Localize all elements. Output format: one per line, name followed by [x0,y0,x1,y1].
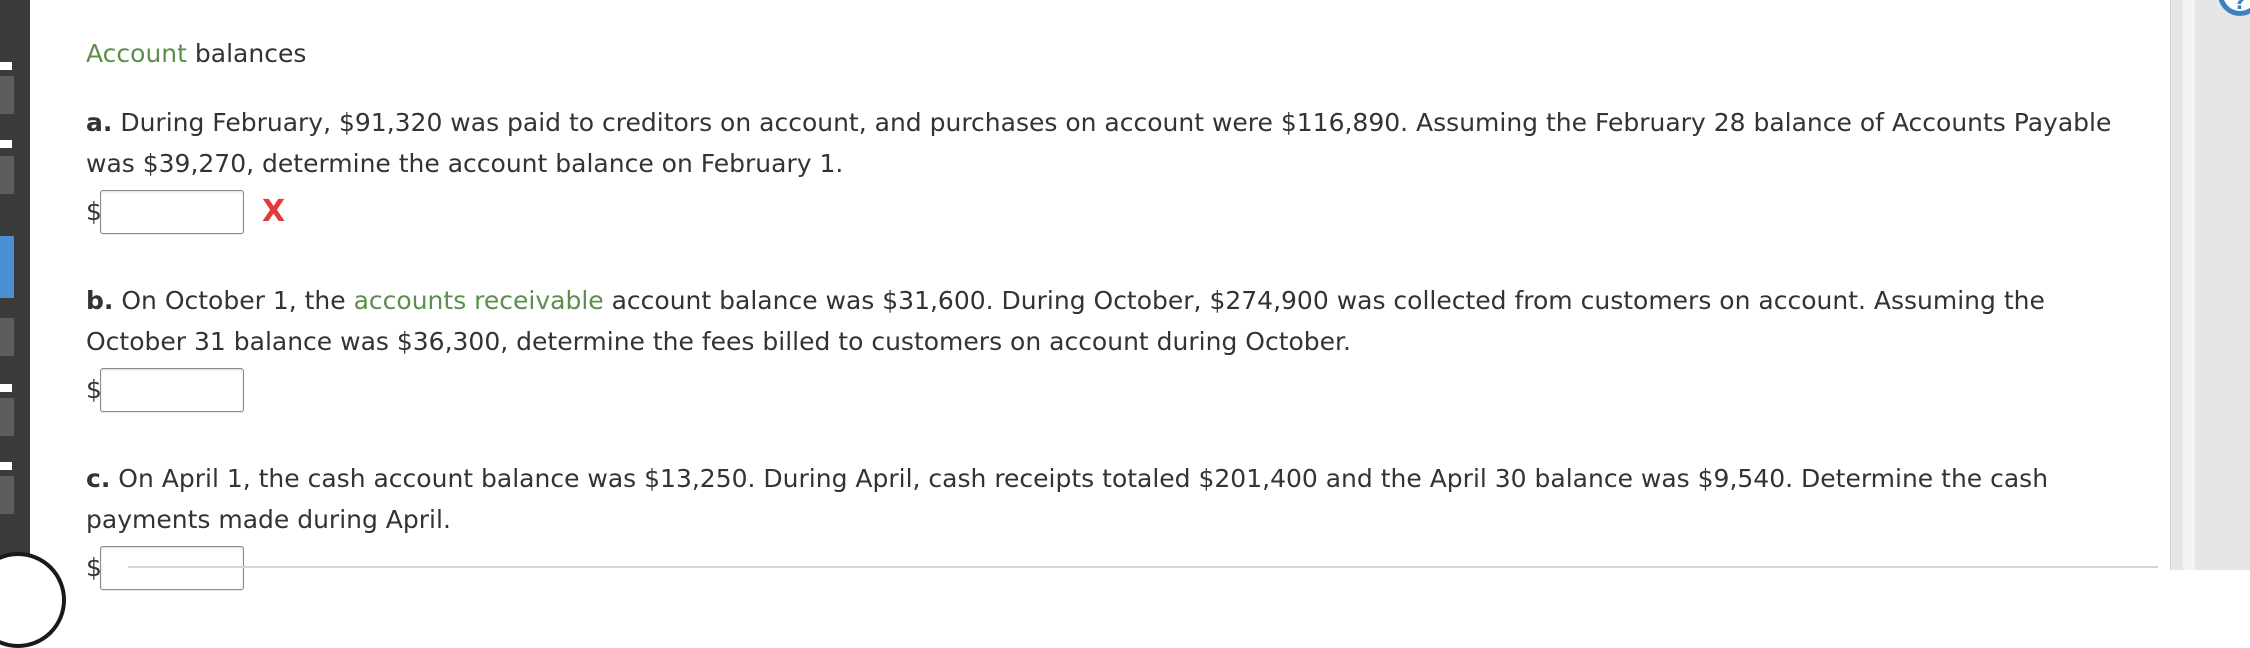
nav-segment[interactable] [0,476,14,514]
question-a-letter: a. [86,108,113,137]
problem-title: Account balances [86,34,2146,74]
nav-marker [0,462,12,470]
answer-input-b[interactable] [100,368,244,412]
question-c: c. On April 1, the cash account balance … [86,458,2146,592]
answer-row-c: $ [86,544,2146,592]
accounts-receivable-link[interactable]: accounts receivable [354,286,604,315]
question-c-text: c. On April 1, the cash account balance … [86,458,2146,540]
nav-segment-active[interactable] [0,236,14,298]
currency-symbol: $ [86,553,102,582]
nav-segment[interactable] [0,76,14,114]
answer-row-a: $ X [86,188,2146,236]
answer-input-a[interactable] [100,190,244,234]
incorrect-x-icon: X [262,194,286,229]
nav-circle-button[interactable] [0,552,66,648]
account-glossary-link[interactable]: Account [86,39,187,68]
question-c-letter: c. [86,464,111,493]
currency-symbol: $ [86,197,102,226]
scrollbar-track[interactable] [2183,0,2195,570]
question-b-body-start: On October 1, the [113,286,354,315]
nav-segment[interactable] [0,398,14,436]
question-c-body: On April 1, the cash account balance was… [86,464,2049,534]
question-a-body: During February, $91,320 was paid to cre… [86,108,2112,178]
question-b: b. On October 1, the accounts receivable… [86,280,2146,414]
nav-segment[interactable] [0,156,14,194]
question-b-text: b. On October 1, the accounts receivable… [86,280,2146,362]
nav-marker [0,384,12,392]
problem-content: Account balances a. During February, $91… [86,34,2146,636]
left-navigation-strip [0,0,30,570]
answer-row-b: $ [86,366,2146,414]
section-divider [128,566,2158,568]
question-a: a. During February, $91,320 was paid to … [86,102,2146,236]
title-text: balances [186,39,307,68]
currency-symbol: $ [86,375,102,404]
question-a-text: a. During February, $91,320 was paid to … [86,102,2146,184]
scrollbar[interactable] [2170,0,2250,570]
nav-marker [0,140,12,148]
question-b-letter: b. [86,286,114,315]
answer-input-c[interactable] [100,546,244,590]
nav-segment[interactable] [0,318,14,356]
nav-marker [0,62,12,70]
